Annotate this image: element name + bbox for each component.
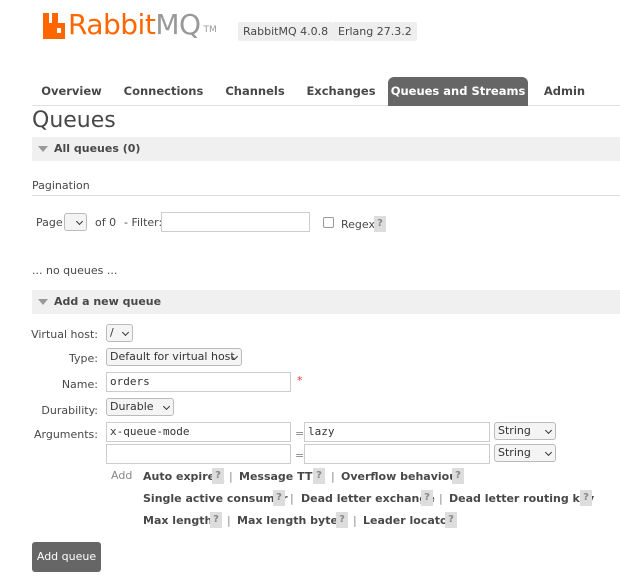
- link-separator: |: [439, 492, 443, 505]
- chevron-down-icon: [544, 448, 553, 457]
- link-separator: |: [353, 514, 357, 527]
- rabbitmq-version-badge: RabbitMQ 4.0.8: [238, 22, 334, 41]
- regex-help-button[interactable]: ?: [374, 216, 386, 232]
- tab-connections[interactable]: Connections: [115, 77, 212, 106]
- argument-type-value: String: [498, 446, 531, 459]
- help-button[interactable]: ?: [445, 512, 457, 528]
- link-separator: |: [331, 470, 335, 483]
- durability-label: Durability:: [41, 404, 98, 417]
- name-label: Name:: [61, 378, 98, 391]
- arg-link-max-length[interactable]: Max length: [143, 514, 212, 527]
- argument-type-value: String: [498, 424, 531, 437]
- link-separator: |: [290, 492, 294, 505]
- page-label: Page: [36, 216, 63, 229]
- arg-link-message-ttl[interactable]: Message TTL: [239, 470, 319, 483]
- help-button[interactable]: ?: [273, 490, 285, 506]
- link-separator: |: [227, 514, 231, 527]
- argument-type-select[interactable]: String: [494, 444, 556, 462]
- header: RabbitMQ TM RabbitMQ 4.0.8 Erlang 27.3.2: [0, 0, 620, 70]
- argument-value-input[interactable]: [304, 444, 490, 464]
- arg-link-max-length-bytes[interactable]: Max length bytes: [237, 514, 344, 527]
- argument-equals: =: [295, 427, 305, 440]
- all-queues-section-toggle[interactable]: All queues (0): [32, 137, 620, 161]
- regex-label: Regex: [341, 218, 375, 231]
- filter-label: - Filter:: [124, 216, 163, 229]
- argument-type-select[interactable]: String: [494, 422, 556, 440]
- divider: [32, 195, 620, 196]
- erlang-version-badge: Erlang 27.3.2: [333, 22, 417, 41]
- all-queues-title: All queues (0): [54, 142, 141, 155]
- pagination-label: Pagination: [32, 179, 90, 192]
- type-label: Type:: [69, 352, 98, 365]
- rabbit-logo-icon: [42, 13, 66, 39]
- rabbitmq-logo[interactable]: RabbitMQ TM: [42, 8, 217, 42]
- virtual-host-select[interactable]: /: [106, 324, 133, 342]
- collapse-triangle-icon: [38, 146, 48, 152]
- help-button[interactable]: ?: [210, 512, 222, 528]
- regex-checkbox[interactable]: [323, 217, 334, 228]
- queue-type-value: Default for virtual host: [110, 350, 235, 363]
- argument-value-input[interactable]: lazy: [304, 422, 490, 442]
- chevron-down-icon: [162, 402, 171, 411]
- tab-channels[interactable]: Channels: [216, 77, 294, 106]
- no-queues-text: ... no queues ...: [32, 264, 118, 277]
- arguments-label: Arguments:: [33, 428, 98, 441]
- help-button[interactable]: ?: [336, 512, 348, 528]
- help-button[interactable]: ?: [421, 490, 433, 506]
- add-queue-title: Add a new queue: [54, 295, 162, 308]
- queue-type-select[interactable]: Default for virtual host: [106, 348, 242, 366]
- argument-equals: =: [295, 449, 305, 462]
- page-title: Queues: [32, 108, 116, 133]
- collapse-triangle-icon: [38, 299, 48, 305]
- tab-queues-and-streams[interactable]: Queues and Streams: [388, 77, 528, 106]
- tab-overview[interactable]: Overview: [32, 77, 111, 106]
- logo-wordmark: RabbitMQ: [68, 8, 201, 41]
- durability-value: Durable: [110, 400, 154, 413]
- help-button[interactable]: ?: [212, 468, 224, 484]
- argument-key-input[interactable]: [106, 444, 291, 464]
- argument-key-input[interactable]: x-queue-mode: [106, 422, 291, 442]
- chevron-down-icon: [75, 217, 84, 226]
- add-queue-button[interactable]: Add queue: [32, 542, 101, 572]
- chevron-down-icon: [121, 328, 130, 337]
- help-button[interactable]: ?: [580, 490, 592, 506]
- arg-link-dead-letter-exchange[interactable]: Dead letter exchange: [301, 492, 435, 505]
- page-select[interactable]: [64, 213, 87, 231]
- link-separator: |: [229, 470, 233, 483]
- add-argument-label: Add: [111, 469, 133, 482]
- queue-name-input[interactable]: orders: [106, 372, 291, 392]
- tab-exchanges[interactable]: Exchanges: [298, 77, 384, 106]
- arg-link-overflow-behaviour[interactable]: Overflow behaviour: [341, 470, 462, 483]
- durability-select[interactable]: Durable: [106, 398, 174, 416]
- arg-link-dead-letter-routing-key[interactable]: Dead letter routing key: [449, 492, 594, 505]
- logo-trademark: TM: [203, 25, 217, 35]
- virtual-host-label: Virtual host:: [31, 328, 98, 341]
- arg-link-single-active-consumer[interactable]: Single active consumer: [143, 492, 288, 505]
- main-nav-tabs: Overview Connections Channels Exchanges …: [32, 77, 620, 106]
- add-queue-section-toggle[interactable]: Add a new queue: [32, 290, 620, 314]
- arg-link-auto-expire[interactable]: Auto expire: [143, 470, 215, 483]
- page-count-label: of 0: [95, 216, 117, 229]
- help-button[interactable]: ?: [313, 468, 325, 484]
- filter-input[interactable]: [161, 212, 310, 232]
- tab-admin[interactable]: Admin: [532, 77, 597, 106]
- virtual-host-value: /: [110, 326, 114, 339]
- chevron-down-icon: [544, 426, 553, 435]
- required-marker: *: [297, 374, 303, 387]
- arg-link-leader-locator[interactable]: Leader locator: [363, 514, 453, 527]
- help-button[interactable]: ?: [452, 468, 464, 484]
